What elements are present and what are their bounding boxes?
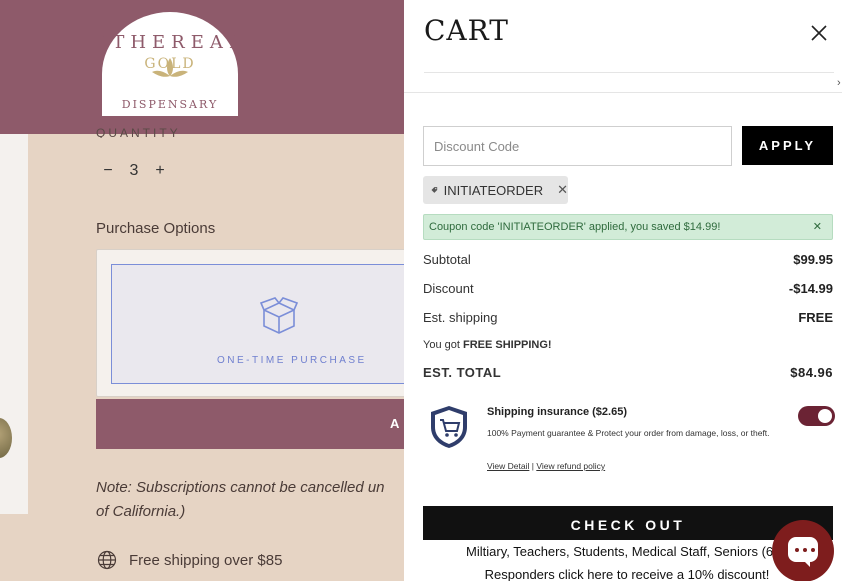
- applied-discount-code: INITIATEORDER: [443, 182, 544, 198]
- shipping-value: FREE: [798, 310, 833, 325]
- product-image-panel: [0, 134, 28, 514]
- discount-label: Discount: [423, 281, 474, 296]
- subscription-note: Note: Subscriptions cannot be cancelled …: [96, 476, 406, 524]
- close-icon[interactable]: [808, 22, 830, 44]
- shipping-row: Est. shipping FREE: [423, 310, 833, 325]
- free-shipping-row: Free shipping over $85: [97, 550, 282, 570]
- cart-title: CART: [424, 14, 509, 47]
- dismiss-message-icon[interactable]: ✕: [813, 220, 822, 233]
- applied-discount-tag: INITIATEORDER ✕: [423, 176, 568, 204]
- svg-text:GOLD: GOLD: [144, 56, 195, 72]
- total-label: EST. TOTAL: [423, 365, 502, 380]
- discount-value: -$14.99: [788, 281, 833, 296]
- remove-discount-icon[interactable]: ✕: [557, 182, 568, 198]
- free-shipping-bold: FREE SHIPPING!: [462, 339, 552, 351]
- free-shipping-prefix: You got: [423, 339, 463, 351]
- total-row: EST. TOTAL $84.96: [423, 365, 833, 380]
- chat-icon: [788, 537, 818, 567]
- shipping-insurance-description: 100% Payment guarantee & Protect your or…: [487, 428, 770, 438]
- shield-cart-icon: [431, 406, 467, 448]
- divider: [404, 92, 842, 93]
- coupon-success-message: Coupon code 'INITIATEORDER' applied, you…: [423, 214, 833, 240]
- free-shipping-message: You got FREE SHIPPING!: [423, 339, 552, 351]
- one-time-purchase-label: ONE-TIME PURCHASE: [217, 355, 367, 366]
- plus-icon[interactable]: +: [155, 162, 165, 180]
- ethereal-gold-logo[interactable]: ETHEREAL GOLD DISPENSARY: [100, 12, 240, 116]
- subtotal-label: Subtotal: [423, 252, 471, 267]
- coupon-success-text: Coupon code 'INITIATEORDER' applied, you…: [429, 221, 721, 233]
- one-time-purchase-option[interactable]: ONE-TIME PURCHASE: [111, 264, 411, 384]
- logo-bottom-text: DISPENSARY: [122, 98, 218, 111]
- free-shipping-text: Free shipping over $85: [129, 551, 283, 569]
- quantity-label: QUANTITY: [96, 126, 181, 138]
- tag-icon: [431, 187, 438, 193]
- shipping-label: Est. shipping: [423, 310, 498, 325]
- globe-icon: [97, 550, 117, 570]
- total-value: $84.96: [790, 365, 833, 380]
- chat-button[interactable]: [772, 520, 834, 581]
- discount-code-input[interactable]: [423, 126, 732, 166]
- subtotal-row: Subtotal $99.95: [423, 252, 833, 267]
- note-line-2: of California.): [96, 503, 186, 520]
- box-icon: [260, 297, 298, 334]
- view-refund-policy-link[interactable]: View refund policy: [536, 461, 605, 471]
- add-to-cart-button[interactable]: A: [96, 399, 416, 449]
- logo-top-text: ETHEREAL: [100, 32, 240, 53]
- quantity-stepper: − 3 +: [103, 162, 165, 180]
- add-to-cart-label: A: [390, 416, 402, 431]
- shipping-insurance-toggle[interactable]: [798, 406, 835, 426]
- minus-icon[interactable]: −: [103, 162, 113, 180]
- discount-row: Discount -$14.99: [423, 281, 833, 296]
- apply-button[interactable]: APPLY: [742, 126, 833, 165]
- insurance-links: View Detail | View refund policy: [487, 461, 605, 471]
- note-line-1: Note: Subscriptions cannot be cancelled …: [96, 479, 385, 496]
- logo-middle-text: GOLD: [144, 56, 195, 72]
- svg-text:ETHEREAL: ETHEREAL: [100, 32, 240, 53]
- cart-drawer: CART › APPLY INITIATEORDER ✕ Coupon code…: [404, 0, 842, 581]
- shipping-insurance-title: Shipping insurance ($2.65): [487, 406, 627, 418]
- chevron-right-icon[interactable]: ›: [837, 77, 841, 89]
- quantity-value[interactable]: 3: [129, 162, 139, 180]
- purchase-options-label: Purchase Options: [96, 220, 216, 237]
- divider: [424, 72, 834, 73]
- subtotal-value: $99.95: [793, 252, 833, 267]
- view-detail-link[interactable]: View Detail: [487, 461, 529, 471]
- svg-text:DISPENSARY: DISPENSARY: [122, 98, 218, 111]
- purchase-options-box: ONE-TIME PURCHASE: [96, 249, 416, 397]
